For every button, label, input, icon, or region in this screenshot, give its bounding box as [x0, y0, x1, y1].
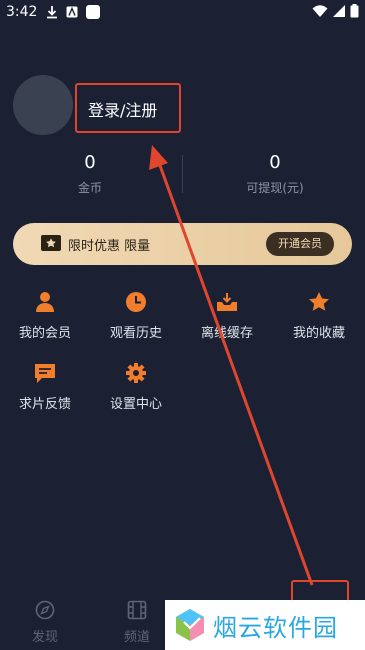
clock-icon — [126, 292, 146, 312]
withdrawable-value: 0 — [269, 152, 281, 173]
star-icon — [309, 292, 329, 311]
menu-item-label: 设置中心 — [109, 397, 162, 412]
download-notification-icon — [47, 6, 57, 19]
status-bar: 3:42 — [0, 0, 365, 24]
wifi-icon — [312, 5, 328, 17]
coins-label: 金币 — [77, 181, 102, 195]
menu-item-offline-cache[interactable]: 离线缓存 — [192, 290, 262, 341]
menu-item-label: 求片反馈 — [18, 397, 71, 412]
compass-icon — [35, 600, 55, 620]
watermark-logo-icon — [176, 609, 204, 641]
vip-promo-text: 限时优惠 限量 — [68, 239, 151, 254]
open-vip-button[interactable]: 开通会员 — [266, 232, 334, 256]
stats-divider — [182, 155, 183, 193]
status-time: 3:42 — [6, 4, 38, 20]
avatar[interactable] — [13, 75, 73, 135]
watermark: 烟云软件园 — [165, 600, 365, 650]
menu-item-watch-history[interactable]: 观看历史 — [101, 290, 171, 341]
square-notification-icon — [86, 5, 100, 19]
tab-discover[interactable]: 发现 — [20, 600, 70, 645]
signal-icon — [333, 5, 345, 17]
download-icon — [217, 293, 237, 311]
gear-icon — [126, 363, 146, 383]
person-icon — [36, 292, 54, 312]
menu-item-label: 观看历史 — [109, 326, 162, 341]
menu-item-label: 我的收藏 — [292, 326, 345, 341]
app-notification-icon — [66, 6, 78, 18]
tab-channels-label: 频道 — [123, 630, 150, 645]
menu-item-label: 我的会员 — [18, 326, 71, 341]
tab-discover-label: 发现 — [31, 630, 58, 645]
menu-item-favorites[interactable]: 我的收藏 — [284, 290, 354, 341]
battery-icon — [350, 4, 359, 18]
vip-banner[interactable]: 限时优惠 限量 开通会员 — [13, 223, 352, 265]
coins-stat[interactable]: 0 金币 — [60, 152, 120, 196]
menu-item-label: 离线缓存 — [200, 326, 253, 341]
ticket-star-icon — [41, 235, 61, 251]
menu-item-settings[interactable]: 设置中心 — [101, 361, 171, 412]
menu-item-my-membership[interactable]: 我的会员 — [10, 290, 80, 341]
watermark-text: 烟云软件园 — [213, 613, 338, 642]
withdrawable-stat[interactable]: 0 可提现(元) — [225, 152, 325, 196]
login-register-link[interactable]: 登录/注册 — [88, 97, 157, 121]
notification-icons — [46, 5, 100, 19]
tab-channels[interactable]: 频道 — [112, 600, 162, 645]
film-icon — [127, 600, 147, 620]
coins-value: 0 — [84, 152, 96, 173]
withdrawable-label: 可提现(元) — [246, 181, 304, 195]
system-icons — [312, 4, 359, 18]
menu-item-request-feedback[interactable]: 求片反馈 — [10, 361, 80, 412]
chat-icon — [35, 364, 55, 383]
